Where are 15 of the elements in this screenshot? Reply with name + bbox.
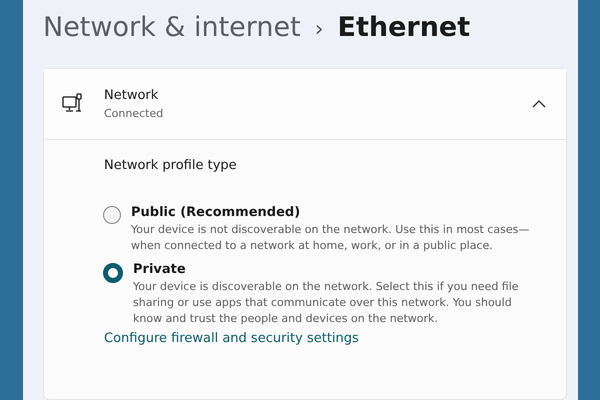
firewall-settings-link[interactable]: Configure firewall and security settings <box>104 331 359 346</box>
chevron-icon[interactable] <box>532 100 546 108</box>
section-heading: Network profile type <box>104 158 238 173</box>
network-header[interactable]: Network Connected <box>44 69 566 140</box>
option-description: Your device is not discoverable on the network. Use this in most cases—when connected to a network at home, work, or in a public place. <box>131 222 530 254</box>
breadcrumb-link[interactable]: Network & internet <box>43 12 301 43</box>
option-label: Public (Recommended) <box>131 205 302 220</box>
radio-button[interactable] <box>103 206 121 224</box>
breadcrumb-separator: › <box>314 17 324 42</box>
option-description: Your device is discoverable on the network. Select this if you need file sharing or use apps that communicate over this network. You should know and trust the people and devices on the network. <box>133 279 520 327</box>
network-name: Network <box>104 88 160 103</box>
radio-button[interactable] <box>103 263 123 283</box>
option-label: Private <box>133 262 187 277</box>
network-status: Connected <box>104 107 164 120</box>
page-title: Ethernet <box>338 12 470 43</box>
